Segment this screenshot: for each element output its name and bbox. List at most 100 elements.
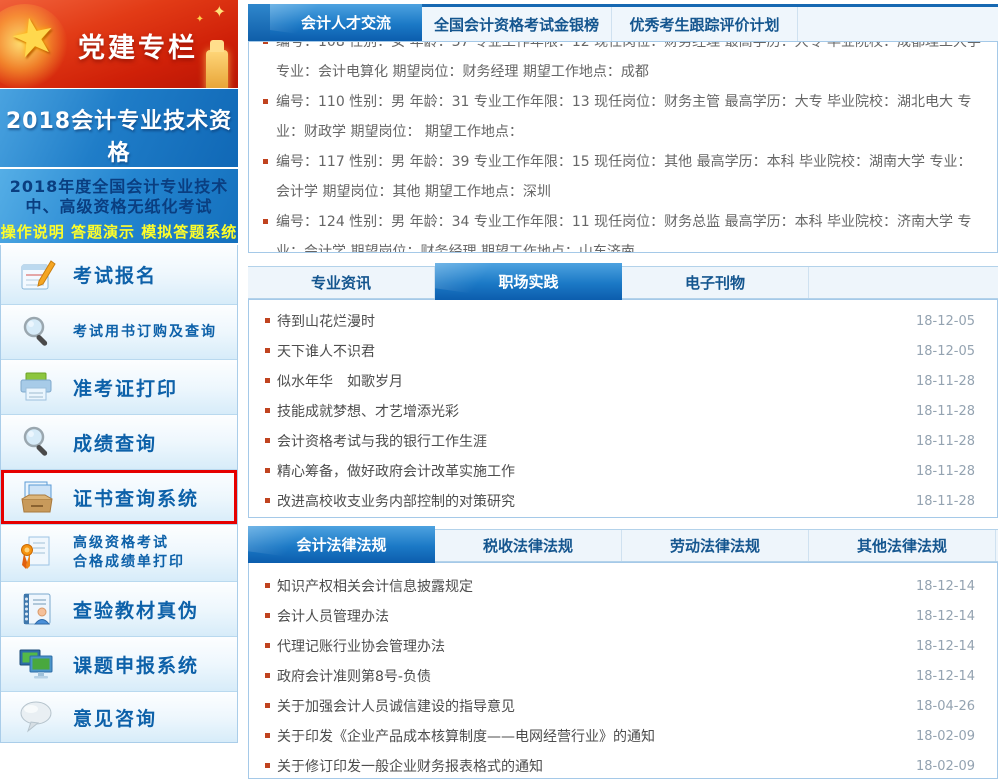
paperless-banner-line1: 2018年度全国会计专业技术 (0, 177, 238, 197)
talent-listing-item[interactable]: 编号：110 性别：男 年龄：31 专业工作年限：13 现任岗位：财务主管 最高… (263, 87, 983, 147)
news-link[interactable]: 似水年华 如歌岁月 (265, 371, 916, 391)
list-item: 关于印发《企业产品成本核算制度——电网经营行业》的通知 18-02-09 (249, 721, 997, 751)
book-check-icon (17, 591, 57, 627)
tab-label: 职场实践 (498, 271, 558, 292)
talent-listings-clip: 编号：108 性别：女 年龄：37 专业工作年限：12 现任岗位：财务经理 最高… (263, 41, 983, 253)
law-date: 18-04-26 (916, 699, 975, 714)
firework-star-icon: ✦ (196, 14, 204, 25)
tab-e-publications[interactable]: 电子刊物 (622, 267, 809, 298)
tab-professional-info[interactable]: 专业资讯 (248, 267, 435, 298)
news-date: 18-11-28 (916, 464, 975, 479)
law-link[interactable]: 关于修订印发一般企业财务报表格式的通知 (265, 756, 916, 776)
tab-tax-laws[interactable]: 税收法律法规 (435, 530, 622, 561)
list-item: 代理记账行业协会管理办法 18-12-14 (249, 631, 997, 661)
sidebar-item-label: 课题申报系统 (73, 651, 199, 678)
tab-label: 全国会计资格考试金银榜 (434, 14, 599, 35)
list-item: 天下谁人不识君 18-12-05 (249, 336, 997, 366)
talent-listing-item[interactable]: 编号：108 性别：女 年龄：37 专业工作年限：12 现任岗位：财务经理 最高… (263, 41, 983, 87)
tab-bar-lead (248, 4, 270, 41)
sidebar-item-senior-transcript-print[interactable]: 高级资格考试合格成绩单打印 (1, 525, 237, 582)
sidebar-item-label: 意见咨询 (73, 704, 157, 731)
law-date: 18-02-09 (916, 729, 975, 744)
list-item: 改进高校收支业务内部控制的对策研究 18-11-28 (249, 486, 997, 516)
tab-label: 优秀考生跟踪评价计划 (629, 14, 779, 35)
folder-documents-icon (17, 479, 57, 515)
law-link[interactable]: 会计人员管理办法 (265, 606, 916, 626)
sidebar-item-exam-registration[interactable]: 考试报名 (1, 245, 237, 305)
law-date: 18-12-14 (916, 579, 975, 594)
sidebar-item-book-order-query[interactable]: 考试用书订购及查询 (1, 305, 237, 360)
qualification-banner[interactable]: 2018会计专业技术资格 考试考务日程安排及有关事项 (0, 89, 238, 167)
news-list-box: 待到山花烂漫时 18-12-05 天下谁人不识君 18-12-05 似水年华 如… (248, 299, 998, 518)
tab-labor-laws[interactable]: 劳动法律法规 (622, 530, 809, 561)
list-item: 精心筹备，做好政府会计改革实施工作 18-11-28 (249, 456, 997, 486)
news-link[interactable]: 会计资格考试与我的银行工作生涯 (265, 431, 916, 451)
news-link[interactable]: 改进高校收支业务内部控制的对策研究 (265, 491, 916, 511)
speech-bubble-icon (17, 699, 57, 735)
law-date: 18-12-14 (916, 669, 975, 684)
tab-label: 电子刊物 (685, 272, 745, 293)
sidebar-item-label: 考试用书订购及查询 (73, 323, 217, 342)
tab-talent-exchange[interactable]: 会计人才交流 (270, 4, 422, 41)
paperless-banner-line2: 中、高级资格无纸化考试 (0, 197, 238, 217)
news-date: 18-12-05 (916, 314, 975, 329)
sidebar-item-admission-ticket-print[interactable]: 准考证打印 (1, 360, 237, 415)
notepad-icon (17, 257, 57, 293)
news-link[interactable]: 天下谁人不识君 (265, 341, 916, 361)
list-item: 会计资格考试与我的银行工作生涯 18-11-28 (249, 426, 997, 456)
news-tab-bar: 专业资讯 职场实践 电子刊物 (248, 266, 998, 299)
law-link[interactable]: 知识产权相关会计信息披露规定 (265, 576, 916, 596)
printer-icon (17, 369, 57, 405)
magnifier-icon (17, 314, 57, 350)
sidebar-item-label: 准考证打印 (73, 374, 178, 401)
law-date: 18-12-14 (916, 639, 975, 654)
talent-listing-item[interactable]: 编号：124 性别：男 年龄：34 专业工作年限：11 现任岗位：财务总监 最高… (263, 207, 983, 253)
tab-label: 专业资讯 (311, 272, 371, 293)
law-link[interactable]: 政府会计准则第8号-负债 (265, 666, 916, 686)
law-date: 18-12-14 (916, 609, 975, 624)
talent-listing-item[interactable]: 编号：117 性别：男 年龄：39 专业工作年限：15 现任岗位：其他 最高学历… (263, 147, 983, 207)
law-link[interactable]: 关于印发《企业产品成本核算制度——电网经营行业》的通知 (265, 726, 916, 746)
list-item: 关于修订印发一般企业财务报表格式的通知 18-02-09 (249, 751, 997, 779)
news-link[interactable]: 待到山花烂漫时 (265, 311, 916, 331)
list-item: 会计人员管理办法 18-12-14 (249, 601, 997, 631)
sidebar-menu: 考试报名 考试用书订购及查询 准考证打印 (0, 245, 238, 743)
tab-label: 税收法律法规 (483, 535, 573, 556)
news-date: 18-11-28 (916, 494, 975, 509)
tab-bar-filler (809, 267, 998, 298)
sidebar-item-certificate-query[interactable]: 证书查询系统 (1, 470, 237, 525)
talent-tab-bar: 会计人才交流 全国会计资格考试金银榜 优秀考生跟踪评价计划 (248, 4, 998, 41)
page: ★ ✦ ✦ 党建专栏 2018会计专业技术资格 考试考务日程安排及有关事项 20… (0, 0, 998, 784)
talent-listings-box: 编号：108 性别：女 年龄：37 专业工作年限：12 现任岗位：财务经理 最高… (248, 41, 998, 253)
law-tab-bar: 会计法律法规 税收法律法规 劳动法律法规 其他法律法规 (248, 529, 998, 562)
sidebar-item-textbook-verify[interactable]: 查验教材真伪 (1, 582, 237, 637)
sidebar-item-project-application[interactable]: 课题申报系统 (1, 637, 237, 692)
party-banner[interactable]: ★ ✦ ✦ 党建专栏 (0, 0, 238, 88)
news-link[interactable]: 技能成就梦想、才艺增添光彩 (265, 401, 916, 421)
sidebar-item-feedback[interactable]: 意见咨询 (1, 692, 237, 742)
law-link[interactable]: 代理记账行业协会管理办法 (265, 636, 916, 656)
law-link[interactable]: 关于加强会计人员诚信建设的指导意见 (265, 696, 916, 716)
tab-bar-filler (798, 7, 998, 41)
tab-outstanding-candidates[interactable]: 优秀考生跟踪评价计划 (612, 7, 798, 41)
magnifier-icon (17, 424, 57, 460)
tab-accounting-laws[interactable]: 会计法律法规 (248, 526, 435, 563)
list-item: 技能成就梦想、才艺增添光彩 18-11-28 (249, 396, 997, 426)
tab-gold-silver-list[interactable]: 全国会计资格考试金银榜 (422, 7, 612, 41)
tab-other-laws[interactable]: 其他法律法规 (809, 530, 996, 561)
list-item: 知识产权相关会计信息披露规定 18-12-14 (249, 571, 997, 601)
party-banner-title: 党建专栏 (78, 26, 198, 65)
paperless-banner-line3: 操作说明 答题演示 模拟答题系统 (0, 221, 238, 242)
list-item: 关于加强会计人员诚信建设的指导意见 18-04-26 (249, 691, 997, 721)
tab-label: 其他法律法规 (857, 535, 947, 556)
monitors-icon (17, 646, 57, 682)
law-date: 18-02-09 (916, 759, 975, 774)
tab-workplace-practice[interactable]: 职场实践 (435, 263, 622, 300)
list-item: 待到山花烂漫时 18-12-05 (249, 306, 997, 336)
paperless-exam-banner[interactable]: 2018年度全国会计专业技术 中、高级资格无纸化考试 操作说明 答题演示 模拟答… (0, 169, 238, 243)
list-item: 似水年华 如歌岁月 18-11-28 (249, 366, 997, 396)
sidebar-item-label: 查验教材真伪 (73, 596, 199, 623)
news-link[interactable]: 精心筹备，做好政府会计改革实施工作 (265, 461, 916, 481)
news-date: 18-12-05 (916, 344, 975, 359)
sidebar-item-score-query[interactable]: 成绩查询 (1, 415, 237, 470)
